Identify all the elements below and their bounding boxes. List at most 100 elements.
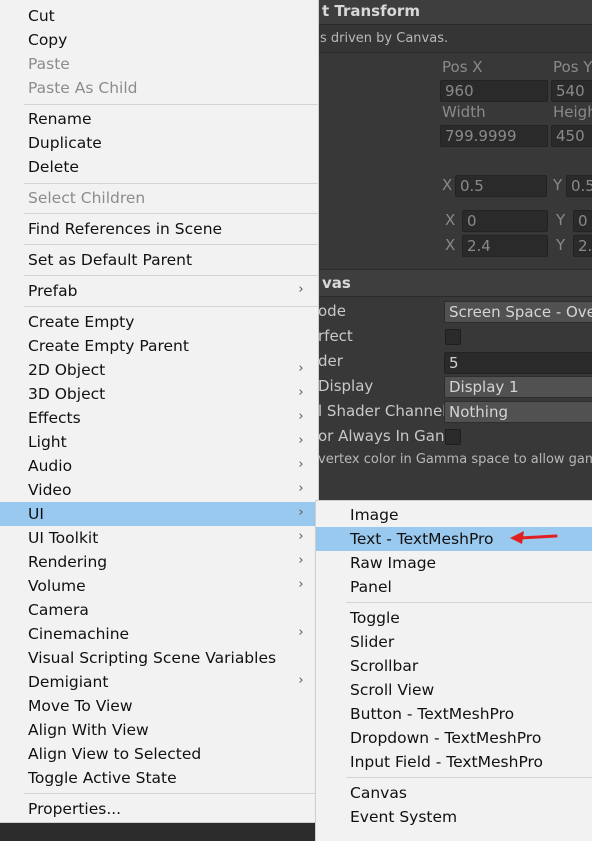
chevron-right-icon: ›: [298, 481, 304, 496]
submenu-item-button-textmeshpro[interactable]: Button - TextMeshPro: [316, 702, 592, 726]
cut-label: Cut: [28, 7, 55, 25]
shader-channels-label: l Shader Channels: [318, 402, 455, 420]
height-field[interactable]: 450: [551, 125, 592, 147]
scale-x-label: X: [445, 236, 456, 254]
submenu-item-input-field-textmeshpro[interactable]: Input Field - TextMeshPro: [316, 750, 592, 774]
align-with-view-label: Align With View: [28, 721, 149, 739]
menu-item-paste: Paste: [0, 52, 318, 76]
rotation-y-label: Y: [556, 211, 566, 229]
button-textmeshpro-label: Button - TextMeshPro: [350, 705, 515, 723]
chevron-right-icon: ›: [298, 673, 304, 688]
light-label: Light: [28, 433, 67, 451]
menu-item-cut[interactable]: Cut: [0, 4, 318, 28]
canvas-component-header[interactable]: vas: [318, 269, 592, 297]
menu-item-properties[interactable]: Properties...: [0, 797, 318, 821]
menu-item-move-to-view[interactable]: Move To View: [0, 694, 318, 718]
menu-item-delete[interactable]: Delete: [0, 155, 318, 179]
menu-item-cinemachine[interactable]: Cinemachine ›: [0, 622, 318, 646]
menu-item-visual-scripting[interactable]: Visual Scripting Scene Variables: [0, 646, 318, 670]
menu-separator: [24, 213, 318, 214]
submenu-item-slider[interactable]: Slider: [316, 630, 592, 654]
menu-separator: [24, 183, 318, 184]
chevron-right-icon: ›: [298, 529, 304, 544]
move-to-view-label: Move To View: [28, 697, 133, 715]
volume-label: Volume: [28, 577, 86, 595]
menu-item-copy[interactable]: Copy: [0, 28, 318, 52]
sort-order-field[interactable]: 5: [444, 352, 592, 374]
vertex-color-checkbox[interactable]: [445, 429, 461, 445]
find-references-label: Find References in Scene: [28, 220, 223, 238]
rotation-y-field[interactable]: 0: [573, 210, 592, 232]
chevron-right-icon: ›: [298, 577, 304, 592]
menu-item-prefab[interactable]: Prefab ›: [0, 279, 318, 303]
submenu-separator: [346, 602, 592, 603]
menu-separator: [24, 275, 318, 276]
scale-x-field[interactable]: 2.4: [462, 235, 548, 257]
menu-item-create-empty-parent[interactable]: Create Empty Parent: [0, 334, 318, 358]
ui-label: UI: [28, 505, 44, 523]
rendering-label: Rendering: [28, 553, 108, 571]
menu-item-align-view-to-selected[interactable]: Align View to Selected: [0, 742, 318, 766]
pos-x-field[interactable]: 960: [440, 80, 548, 102]
menu-item-effects[interactable]: Effects ›: [0, 406, 318, 430]
submenu-item-canvas[interactable]: Canvas: [316, 781, 592, 805]
pos-y-field[interactable]: 540: [551, 80, 592, 102]
menu-item-rendering[interactable]: Rendering ›: [0, 550, 318, 574]
width-field[interactable]: 799.9999: [440, 125, 548, 147]
pixel-perfect-checkbox[interactable]: [445, 329, 461, 345]
canvas-label: Canvas: [350, 784, 407, 802]
demigiant-label: Demigiant: [28, 673, 109, 691]
delete-label: Delete: [28, 158, 79, 176]
ui-submenu: Image Text - TextMeshPro Raw Image Panel…: [315, 500, 592, 841]
toggle-label: Toggle: [350, 609, 400, 627]
menu-item-toggle-active-state[interactable]: Toggle Active State: [0, 766, 318, 790]
driven-by-canvas-note: s driven by Canvas.: [318, 26, 592, 53]
set-default-parent-label: Set as Default Parent: [28, 251, 193, 269]
chevron-right-icon: ›: [298, 553, 304, 568]
menu-item-3d-object[interactable]: 3D Object ›: [0, 382, 318, 406]
pos-y-label: Pos Y: [553, 58, 592, 76]
hierarchy-context-menu: Cut Copy Paste Paste As Child Rename Dup…: [0, 0, 319, 823]
submenu-item-scrollbar[interactable]: Scrollbar: [316, 654, 592, 678]
submenu-item-panel[interactable]: Panel: [316, 575, 592, 599]
submenu-item-event-system[interactable]: Event System: [316, 805, 592, 829]
menu-item-demigiant[interactable]: Demigiant ›: [0, 670, 318, 694]
menu-item-create-empty[interactable]: Create Empty: [0, 310, 318, 334]
submenu-item-raw-image[interactable]: Raw Image: [316, 551, 592, 575]
slider-label: Slider: [350, 633, 395, 651]
menu-item-rename[interactable]: Rename: [0, 107, 318, 131]
menu-item-ui-toolkit[interactable]: UI Toolkit ›: [0, 526, 318, 550]
submenu-item-image[interactable]: Image: [316, 503, 592, 527]
menu-item-light[interactable]: Light ›: [0, 430, 318, 454]
render-mode-label: ode: [318, 302, 346, 320]
input-field-textmeshpro-label: Input Field - TextMeshPro: [350, 753, 544, 771]
menu-item-select-children: Select Children: [0, 186, 318, 210]
menu-item-2d-object[interactable]: 2D Object ›: [0, 358, 318, 382]
rect-transform-header[interactable]: t Transform: [318, 0, 592, 25]
anchor-x-field[interactable]: 0.5: [455, 175, 547, 197]
menu-item-duplicate[interactable]: Duplicate: [0, 131, 318, 155]
scale-y-field[interactable]: 2.: [573, 235, 592, 257]
menu-item-align-with-view[interactable]: Align With View: [0, 718, 318, 742]
submenu-item-scroll-view[interactable]: Scroll View: [316, 678, 592, 702]
render-mode-dropdown[interactable]: Screen Space - Ove: [444, 301, 592, 323]
menu-item-camera[interactable]: Camera: [0, 598, 318, 622]
scroll-view-label: Scroll View: [350, 681, 435, 699]
menu-item-video[interactable]: Video ›: [0, 478, 318, 502]
anchor-y-field[interactable]: 0.5: [566, 175, 592, 197]
submenu-item-dropdown-textmeshpro[interactable]: Dropdown - TextMeshPro: [316, 726, 592, 750]
menu-item-volume[interactable]: Volume ›: [0, 574, 318, 598]
menu-item-find-references[interactable]: Find References in Scene: [0, 217, 318, 241]
submenu-item-toggle[interactable]: Toggle: [316, 606, 592, 630]
chevron-right-icon: ›: [298, 282, 304, 297]
rotation-x-field[interactable]: 0: [462, 210, 548, 232]
shader-channels-dropdown[interactable]: Nothing: [444, 401, 592, 423]
create-empty-label: Create Empty: [28, 313, 135, 331]
driven-note-text: s driven by Canvas.: [320, 31, 449, 46]
menu-item-audio[interactable]: Audio ›: [0, 454, 318, 478]
target-display-dropdown[interactable]: Display 1: [444, 376, 592, 398]
submenu-separator: [346, 777, 592, 778]
menu-item-ui[interactable]: UI ›: [0, 502, 318, 526]
menu-separator: [24, 244, 318, 245]
menu-item-set-default-parent[interactable]: Set as Default Parent: [0, 248, 318, 272]
